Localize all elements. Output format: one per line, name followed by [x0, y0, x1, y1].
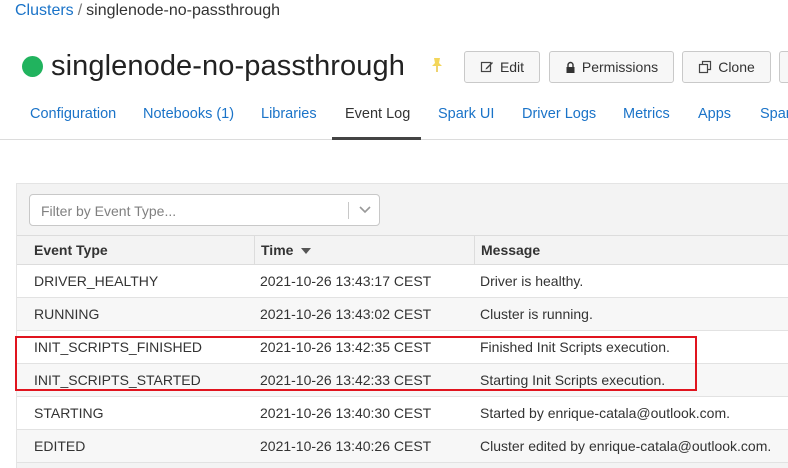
pin-icon[interactable] — [430, 57, 444, 73]
cell-time: 2021-10-26 13:43:02 CEST — [260, 306, 432, 322]
cell-time: 2021-10-26 13:43:17 CEST — [260, 273, 432, 289]
sort-desc-icon — [301, 248, 312, 254]
clone-icon — [699, 60, 712, 74]
tab-metrics[interactable]: Metrics — [623, 94, 670, 140]
breadcrumb: Clusters / singlenode-no-passthrough — [15, 2, 280, 20]
event-type-filter[interactable]: Filter by Event Type... — [29, 194, 380, 226]
cell-message: Driver is healthy. — [480, 273, 584, 289]
cell-event-type: STARTING — [34, 405, 104, 421]
tab-libraries[interactable]: Libraries — [261, 94, 317, 140]
cell-event-type: DRIVER_HEALTHY — [34, 273, 159, 289]
cluster-tabs: Configuration Notebooks (1) Libraries Ev… — [0, 94, 788, 140]
tab-driver-logs[interactable]: Driver Logs — [522, 94, 596, 140]
filter-divider — [348, 202, 349, 219]
highlight-box — [15, 336, 697, 391]
breadcrumb-current: singlenode-no-passthrough — [86, 2, 281, 19]
cell-message: Cluster is running. — [480, 306, 593, 322]
cell-message: Started by enrique-catala@outlook.com. — [480, 405, 731, 421]
table-row[interactable]: STARTING 2021-10-26 13:40:30 CEST Starte… — [17, 397, 788, 430]
column-time[interactable]: Time — [244, 236, 312, 264]
more-actions-button[interactable] — [779, 51, 788, 83]
table-header: Event Type Time Message — [17, 235, 788, 265]
table-row[interactable]: RUNNING 2021-10-26 13:43:02 CEST Cluster… — [17, 298, 788, 331]
column-message[interactable]: Message — [464, 236, 540, 264]
lock-icon — [566, 61, 575, 73]
event-log-panel: Filter by Event Type... Event Type Time … — [16, 183, 788, 468]
table-row[interactable]: DRIVER_HEALTHY 2021-10-26 13:43:17 CEST … — [17, 265, 788, 298]
permissions-button[interactable]: Permissions — [549, 51, 674, 83]
filter-placeholder: Filter by Event Type... — [41, 203, 177, 219]
cell-time: 2021-10-26 13:40:30 CEST — [260, 405, 432, 421]
cluster-header: singlenode-no-passthrough — [22, 48, 405, 84]
column-event-type[interactable]: Event Type — [17, 236, 108, 264]
tab-notebooks[interactable]: Notebooks (1) — [143, 94, 234, 140]
cell-event-type: EDITED — [34, 438, 86, 454]
breadcrumb-clusters-link[interactable]: Clusters — [15, 2, 74, 19]
clone-button[interactable]: Clone — [682, 51, 771, 83]
tab-apps[interactable]: Apps — [698, 94, 731, 140]
edit-button-label: Edit — [499, 59, 525, 75]
cell-time: 2021-10-26 13:40:26 CEST — [260, 438, 432, 454]
page-title: singlenode-no-passthrough — [51, 49, 405, 82]
column-time-label: Time — [261, 242, 294, 258]
breadcrumb-separator: / — [77, 2, 83, 19]
table-row[interactable]: EDITED 2021-10-26 13:40:26 CEST Cluster … — [17, 430, 788, 463]
tab-spark[interactable]: Spark — [760, 94, 788, 140]
chevron-down-icon[interactable] — [358, 205, 372, 215]
status-dot — [22, 55, 43, 77]
cell-event-type: RUNNING — [34, 306, 100, 322]
permissions-button-label: Permissions — [581, 59, 659, 75]
tab-spark-ui[interactable]: Spark UI — [438, 94, 494, 140]
edit-button[interactable]: Edit — [464, 51, 540, 83]
tab-event-log[interactable]: Event Log — [332, 94, 421, 140]
tab-configuration[interactable]: Configuration — [30, 94, 116, 140]
clone-button-label: Clone — [718, 59, 755, 75]
cell-message: Cluster edited by enrique-catala@outlook… — [480, 438, 772, 454]
pencil-icon — [480, 61, 493, 73]
